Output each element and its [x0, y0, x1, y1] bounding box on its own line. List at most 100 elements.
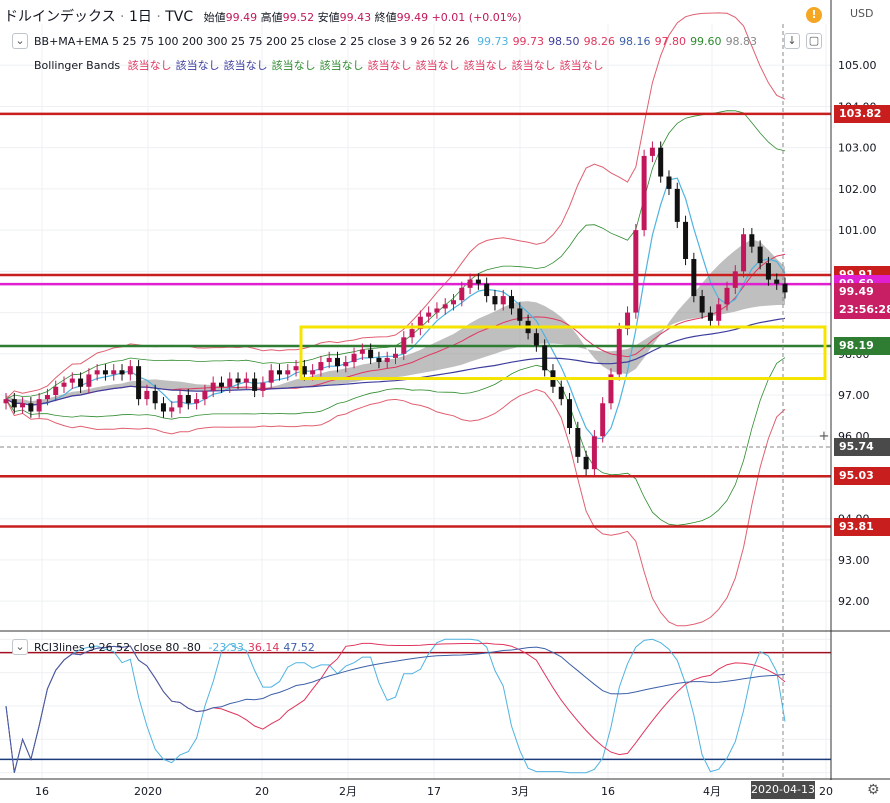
candle [666, 176, 672, 189]
candle [61, 382, 67, 387]
x-tick-label: 16 [601, 785, 615, 798]
candle [111, 370, 117, 375]
candle [649, 147, 655, 156]
candle [517, 308, 523, 321]
price-tag: 103.82 [834, 104, 890, 123]
candle [376, 357, 382, 363]
candle [185, 395, 191, 404]
candle [102, 370, 108, 375]
candle [28, 403, 34, 412]
candle [509, 296, 515, 309]
candle [475, 279, 481, 284]
crosshair-plus-icon[interactable]: + [817, 430, 831, 444]
settings-icon[interactable]: ⚙ [867, 782, 880, 798]
candle [633, 230, 639, 313]
candle [227, 378, 233, 387]
candle [94, 370, 100, 375]
ma-legend-value: 98.16 [619, 35, 651, 48]
candle [268, 370, 274, 383]
candle [782, 283, 788, 293]
ma-legend-value: 98.83 [725, 35, 758, 48]
high-value: 99.52 [282, 11, 315, 24]
source-label: TVC [165, 9, 194, 25]
candle [401, 337, 407, 354]
x-tick-label: 20 [819, 785, 833, 798]
ma-legend-value: 99.73 [512, 35, 545, 48]
candle [210, 382, 216, 391]
bb-legend-value: 該当なし [559, 59, 604, 72]
candle [774, 279, 780, 284]
y-tick-label: 105.00 [838, 59, 877, 72]
maximize-icon[interactable]: ▢ [806, 33, 822, 49]
bollinger-lower-2 [5, 357, 786, 526]
candle [343, 362, 349, 367]
bb-legend-value: 該当なし [463, 59, 508, 72]
candle [310, 370, 316, 375]
candle [707, 312, 713, 321]
rci-52-line [5, 645, 786, 773]
ma-25-line [5, 253, 786, 406]
candle [683, 221, 689, 259]
candle [492, 296, 498, 305]
change-value: +0.01 (+0.01%) [431, 11, 522, 24]
y-tick-label: 97.00 [838, 389, 870, 402]
candle [86, 374, 92, 387]
candle [11, 399, 17, 408]
rci-legend-value: 36.14 [247, 641, 280, 654]
cursor-date: 2020-04-13 [751, 781, 815, 799]
candle [467, 279, 473, 288]
ma-legend-value: 98.50 [548, 35, 580, 48]
bb-legend-title: Bollinger Bands [34, 59, 121, 72]
candle [741, 234, 747, 272]
candle [334, 357, 340, 367]
y-tick-label: 103.00 [838, 142, 877, 155]
candle [318, 362, 324, 371]
candle [218, 382, 224, 387]
candle [641, 155, 647, 231]
candle [44, 395, 50, 400]
price-tag: 93.81 [834, 517, 890, 536]
close-label: 終値 [374, 11, 397, 24]
candle [451, 300, 457, 305]
price-tag: 99.49 [834, 283, 890, 302]
interval-label[interactable]: 1日 [129, 9, 152, 25]
candle [724, 287, 730, 305]
candle [533, 333, 539, 346]
open-label: 始値 [203, 11, 226, 24]
bb-legend-value: 該当なし [415, 59, 460, 72]
ma-legend-value: 98.26 [583, 35, 616, 48]
candle [616, 329, 622, 375]
y-tick-label: 101.00 [838, 224, 877, 237]
candle [409, 329, 415, 338]
bb-legend[interactable]: Bollinger Bands 該当なし 該当なし 該当なし 該当なし 該当なし 該当なし… [34, 57, 612, 73]
x-tick-label: 3月 [511, 785, 529, 798]
x-tick-label: 4月 [703, 785, 721, 798]
candle [393, 353, 398, 358]
candle [69, 378, 75, 383]
ma-legend-value: 99.73 [477, 35, 509, 48]
candle [732, 271, 738, 288]
symbol-name[interactable]: ドルインデックス [4, 9, 116, 25]
candle [674, 188, 680, 222]
ma-legend[interactable]: BB+MA+EMA 5 25 75 100 200 300 25 75 200 … [34, 35, 765, 48]
candle [194, 399, 200, 404]
chart-canvas[interactable]: 100.0050.000.00-50.00-100.00 92.0093.009… [0, 0, 890, 803]
currency-label[interactable]: USD [850, 7, 874, 20]
bb-legend-value: 該当なし [367, 59, 412, 72]
x-tick-label: 2月 [339, 785, 357, 798]
candle [3, 399, 9, 404]
bollinger-lower-3 [5, 388, 786, 627]
candle [368, 349, 374, 358]
arrow-down-icon[interactable]: ↓ [784, 33, 800, 49]
chart-header: ドルインデックス · 1日 · TVC 始値99.49 高値99.52 安値99… [4, 9, 522, 25]
rci-collapse-icon[interactable]: ⌄ [12, 639, 28, 655]
candle [426, 312, 432, 317]
candle [78, 378, 84, 387]
bb-legend-value: 該当なし [175, 59, 220, 72]
alert-icon[interactable]: ! [806, 7, 822, 23]
candle [749, 234, 755, 247]
candle [558, 386, 564, 400]
collapse-icon[interactable]: ⌄ [12, 33, 28, 49]
bb-legend-value: 該当なし [127, 59, 172, 72]
rci-legend[interactable]: RCI3lines 9 26 52 close 80 -80 -23.33 36.… [34, 641, 323, 654]
